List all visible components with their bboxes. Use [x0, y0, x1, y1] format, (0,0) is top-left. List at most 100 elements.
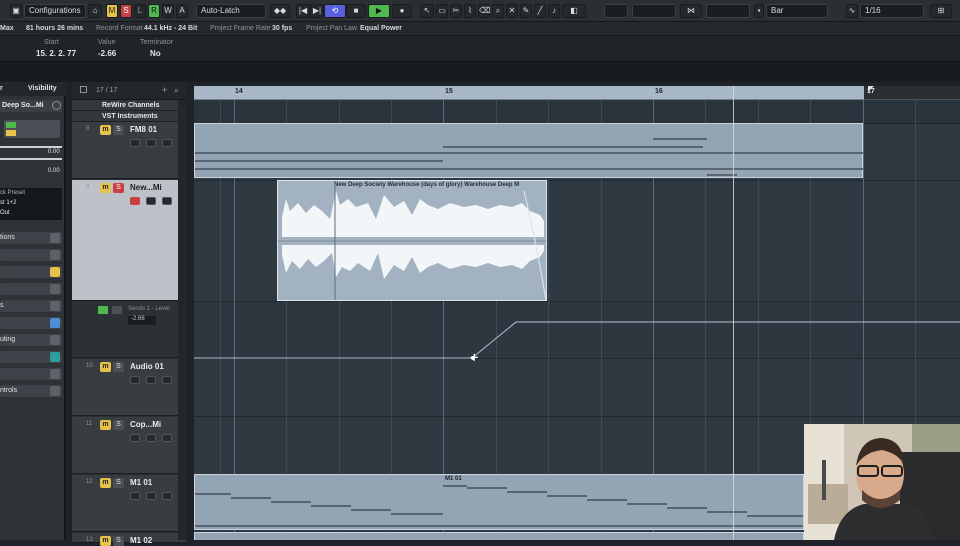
preset-label[interactable]: ck Preset [0, 190, 25, 196]
configurations-field[interactable]: Configurations [24, 4, 86, 18]
inspector-section-9[interactable] [0, 351, 62, 363]
quantize-settings-icon[interactable]: ⊞ [930, 4, 952, 18]
inspector-section-strip[interactable] [0, 266, 62, 278]
nudge-field[interactable] [632, 4, 676, 18]
edit-icon[interactable] [162, 492, 172, 500]
inspector-section-4[interactable] [0, 283, 62, 295]
record-enable-icon[interactable] [130, 376, 140, 384]
solo-button[interactable]: S [113, 183, 124, 193]
project-cursor[interactable] [733, 86, 734, 540]
listen-button[interactable]: L [134, 4, 146, 18]
automation-curve[interactable] [194, 314, 960, 374]
range-tool-icon[interactable]: ▭ [436, 4, 448, 18]
audio-event[interactable]: New Deep Society Warehouse (days of glor… [277, 180, 547, 301]
monitor-icon[interactable] [146, 492, 156, 500]
inspector-track-name[interactable]: Deep So...Mi [0, 100, 62, 112]
solo-all-button[interactable]: S [120, 4, 132, 18]
solo-button[interactable]: S [113, 362, 124, 372]
mute-button[interactable]: m [100, 536, 111, 546]
inspector-section-sends[interactable]: s [0, 300, 62, 312]
quantize-icon[interactable]: ∿ [846, 4, 858, 18]
folder-vst[interactable]: VST Instruments [72, 111, 186, 122]
write-automation-icon[interactable] [112, 306, 122, 314]
monitor-icon[interactable] [6, 130, 16, 136]
record-button[interactable]: ● [392, 4, 412, 18]
edit-icon[interactable] [162, 139, 172, 147]
add-track-icon[interactable]: + [162, 85, 167, 95]
play-tool-icon[interactable]: ♪ [548, 4, 560, 18]
monitor-icon[interactable] [146, 197, 156, 205]
mute-all-button[interactable]: M [106, 4, 118, 18]
solo-button[interactable]: S [113, 478, 124, 488]
track-m1-01[interactable]: 12 m S M1 01 [72, 475, 186, 532]
edit-icon[interactable] [162, 376, 172, 384]
record-enable-icon[interactable] [130, 197, 140, 205]
line-tool-icon[interactable]: ╱ [534, 4, 546, 18]
read-automation-icon[interactable] [6, 122, 16, 128]
pan-fader[interactable] [0, 158, 62, 160]
midi-part-fm8[interactable] [194, 123, 863, 178]
track-list-scrollbar[interactable] [178, 100, 186, 540]
mute-button[interactable]: m [100, 420, 111, 430]
object-select-tool-icon[interactable]: ↖ [420, 4, 434, 18]
inspector-section-inserts[interactable]: tions [0, 232, 62, 244]
zoom-tool-icon[interactable]: ⌕ [492, 4, 504, 18]
edit-channel-icon[interactable] [52, 101, 61, 110]
midi-part-m1-01[interactable]: M1 01 [194, 474, 804, 530]
search-icon[interactable]: ⌕ [174, 85, 179, 96]
mute-button[interactable]: m [100, 125, 111, 135]
cycle-icon[interactable]: ⟲ [324, 4, 346, 18]
automation-a-button[interactable]: A [176, 4, 188, 18]
edit-icon[interactable] [162, 197, 172, 205]
stop-button[interactable]: ■ [346, 4, 366, 18]
automation-value[interactable]: -2.66 [128, 316, 156, 325]
window-icon[interactable]: ⌂ [88, 4, 102, 18]
solo-button[interactable]: S [113, 536, 124, 546]
transport-settings-icon[interactable]: ◆◆ [270, 4, 290, 18]
erase-tool-icon[interactable]: ⌫ [478, 4, 490, 18]
inspector-section-10[interactable] [0, 368, 62, 380]
config-icon[interactable]: ▣ [10, 4, 22, 18]
record-enable-icon[interactable] [130, 434, 140, 442]
edit-icon[interactable] [162, 434, 172, 442]
solo-button[interactable]: S [113, 420, 124, 430]
record-enable-icon[interactable] [130, 139, 140, 147]
monitor-icon[interactable] [146, 376, 156, 384]
snap-toggle-icon[interactable]: ▪ [754, 4, 764, 18]
automation-mode-field[interactable]: Auto-Latch [196, 4, 266, 18]
go-to-start-icon[interactable]: |◀ [296, 4, 310, 18]
start-value[interactable]: 15. 2. 2. 77 [36, 49, 76, 58]
quantize-mode-field[interactable]: Bar [766, 4, 828, 18]
go-to-end-icon[interactable]: ▶| [310, 4, 324, 18]
automation-lane-sends[interactable]: Sends 1 - Level -2.66 [72, 302, 186, 358]
output-routing[interactable]: Out [0, 210, 10, 216]
play-button[interactable]: ▶ [368, 4, 390, 18]
mute-button[interactable]: m [100, 478, 111, 488]
quantize-value-field[interactable]: 1/16 [860, 4, 924, 18]
color-field[interactable] [604, 4, 628, 18]
monitor-icon[interactable] [146, 139, 156, 147]
read-button[interactable]: R [148, 4, 160, 18]
input-routing[interactable]: st 1+2 [0, 200, 17, 206]
draw-tool-icon[interactable]: ✎ [520, 4, 532, 18]
value-value[interactable]: -2.66 [98, 49, 116, 58]
volume-fader[interactable] [0, 146, 62, 148]
automation-parameter[interactable]: Sends 1 - Level [128, 306, 170, 312]
track-list-icon[interactable] [80, 86, 87, 93]
record-enable-icon[interactable] [130, 492, 140, 500]
folder-rewire[interactable]: ReWire Channels [72, 100, 186, 111]
ruler-outside-locators[interactable]: 17 [864, 86, 960, 100]
mute-tool-icon[interactable]: ✕ [506, 4, 518, 18]
inspector-section-quick-controls[interactable]: ntrols [0, 385, 62, 397]
timeline-ruler[interactable]: 14 15 16 [194, 86, 960, 100]
tab-inspector[interactable]: r [0, 85, 3, 92]
terminator-value[interactable]: No [150, 49, 161, 58]
read-automation-icon[interactable] [98, 306, 108, 314]
mute-button[interactable]: m [100, 183, 111, 193]
midi-part-m1-02[interactable] [194, 532, 804, 540]
inspector-section-eq[interactable] [0, 249, 62, 261]
mute-button[interactable]: m [100, 362, 111, 372]
solo-button[interactable]: S [113, 125, 124, 135]
tab-visibility[interactable]: Visibility [28, 85, 57, 92]
color-tool-icon[interactable]: ◧ [562, 4, 586, 18]
